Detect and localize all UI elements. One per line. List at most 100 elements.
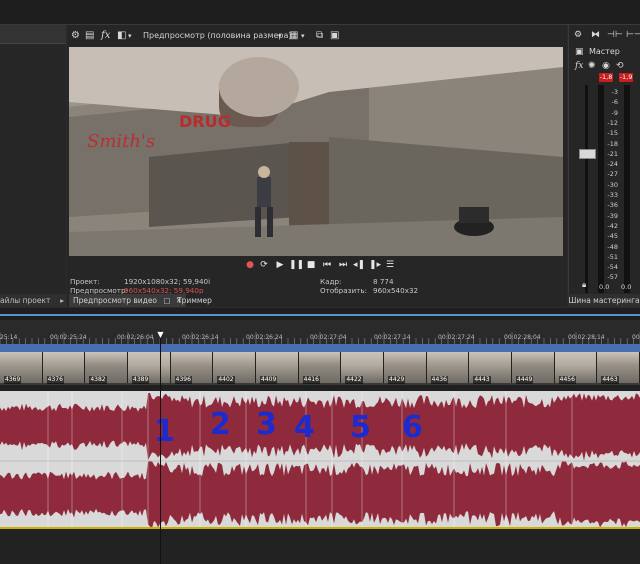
db-scale-label: -24 (607, 160, 618, 169)
timecode-label: 00:02:27:04 (310, 334, 347, 341)
project-value: 1920x1080x32; 59,940i (124, 277, 211, 286)
db-scale-label: -48 (607, 242, 618, 251)
pause-icon[interactable]: ❚❚ (289, 258, 304, 272)
tab-project-media[interactable]: айлы проект ▸ (0, 294, 66, 307)
timecode-label: 00:02:27:14 (374, 334, 411, 341)
frame-number-label: 4402 (217, 376, 235, 384)
db-scale-label: -30 (607, 180, 618, 189)
db-scale-label: -27 (607, 170, 618, 179)
master-bottom-right: 0.0 (621, 283, 632, 291)
timecode-label: 00:02:28:14 (568, 334, 605, 341)
loop-icon[interactable]: ⟳ (258, 258, 270, 272)
timecode-label: 00:02:25:24 (50, 334, 87, 341)
annotation-number: 5 (350, 410, 371, 445)
project-media-header (0, 25, 66, 44)
annotation-number: 3 (256, 407, 277, 442)
timecode-label: 00:02:27:24 (438, 334, 475, 341)
preview-tab-bar: Предпросмотр видео ▢ ✕ Триммер (67, 294, 567, 307)
annotation-number: 2 (210, 407, 231, 442)
smiths-sign: Smith's (87, 131, 155, 152)
meter-right (624, 85, 630, 293)
annotation-number: 1 (154, 414, 175, 449)
tab-scroll-right-icon[interactable]: ▸ (60, 294, 64, 307)
db-scale-label: -12 (607, 118, 618, 127)
gear-icon[interactable]: ⚙ (574, 30, 582, 40)
db-scale-label: -6 (611, 98, 618, 107)
fx-button[interactable]: fx (101, 28, 110, 44)
device-icon[interactable]: ▤ (85, 28, 94, 44)
db-scale-label: -42 (607, 221, 618, 230)
frame-number-label: 4396 (174, 376, 192, 384)
frame-number-label: 4456 (558, 376, 576, 384)
loop-region-bar[interactable] (0, 314, 640, 316)
timecode-label: 00:02:28:24 (632, 334, 640, 341)
db-scale-label: -3 (611, 88, 618, 96)
fader-track (585, 85, 588, 293)
narrow-icon[interactable]: ⊣⊢ (607, 30, 623, 40)
annotation-number: 4 (294, 410, 315, 445)
db-scale-label: -33 (607, 191, 618, 199)
tab-project-media-label: айлы проект (0, 296, 51, 305)
lock-icon[interactable]: 🔒︎ (582, 280, 586, 290)
menu-icon[interactable]: ☰ (384, 258, 396, 272)
preview-video-frame: Smith's DRUG (69, 47, 563, 256)
empty-track-area (0, 529, 640, 564)
master-title: Мастер (589, 47, 620, 56)
tab-video-preview[interactable]: Предпросмотр видео ▢ ✕ (69, 294, 187, 307)
top-menu-strip (0, 0, 640, 25)
db-scale-label: -18 (607, 139, 618, 148)
db-scale-label: -9 (611, 108, 618, 117)
split-screen-icon[interactable]: ◧ (117, 28, 126, 44)
chevron-down-icon[interactable]: ▾ (128, 28, 132, 44)
chevron-down-icon[interactable]: ▾ (301, 28, 305, 44)
db-scale-label: -36 (607, 201, 618, 210)
checkbox-icon[interactable]: ▣ (575, 47, 584, 57)
frame-number-label: 4443 (473, 376, 491, 384)
tab-master-bus[interactable]: Шина мастеринга (568, 294, 640, 307)
peak-right: -1,9 (619, 73, 633, 82)
tab-video-preview-label: Предпросмотр видео (73, 296, 158, 305)
prev-frame-icon[interactable]: ⏮ (321, 258, 333, 272)
copy-icon[interactable]: ⧉ (316, 28, 323, 44)
frame-number-label: 4382 (89, 376, 107, 384)
frame-number-label: 4416 (302, 376, 320, 384)
peak-left: -1,8 (599, 73, 613, 82)
stop-icon[interactable]: ■ (305, 258, 317, 272)
plugin-icon[interactable]: ✺ (588, 61, 596, 71)
audio-track[interactable] (0, 391, 640, 529)
mute-icon[interactable]: ⧓ (591, 30, 600, 40)
volume-fader[interactable] (579, 149, 596, 159)
master-fx-button[interactable]: fx (575, 61, 583, 71)
prev-marker-icon[interactable]: ◂❚ (353, 258, 365, 272)
sync-icon[interactable]: ⟲ (616, 61, 624, 71)
gear-icon[interactable]: ⚙ (71, 28, 80, 44)
frame-number-label: 4463 (601, 376, 619, 384)
automation-icon[interactable]: ◉ (602, 61, 610, 71)
grid-icon[interactable]: ▦ (289, 28, 298, 44)
frame-value: 8 774 (373, 277, 394, 286)
db-scale-label: -45 (607, 232, 618, 241)
frame-number-label: 4429 (388, 376, 406, 384)
frame-number-label: 4449 (516, 376, 534, 384)
chevron-down-icon[interactable]: ▾ (278, 28, 282, 44)
frame-number-label: 4376 (46, 376, 64, 384)
project-label: Проект: (70, 277, 100, 286)
playhead-marker-icon[interactable]: ▼ (156, 330, 165, 340)
frame-number-label: 4409 (260, 376, 278, 384)
preview-toolbar: ⚙ ▤ fx ◧ ▾ Предпросмотр (половина размер… (67, 28, 567, 44)
play-icon[interactable]: ▶ (274, 258, 286, 272)
playhead-cursor[interactable] (160, 330, 161, 564)
record-icon[interactable]: ● (244, 258, 256, 272)
dock-icon[interactable]: ▢ (163, 296, 170, 305)
video-frame-image: Smith's DRUG (69, 47, 563, 256)
preview-quality-select[interactable]: Предпросмотр (половина размера) (143, 28, 292, 44)
tab-trimmer[interactable]: Триммер (173, 294, 216, 307)
annotation-number: 6 (402, 410, 423, 445)
next-frame-icon[interactable]: ⏭ (337, 258, 349, 272)
timecode-label: 25:14 (0, 334, 18, 341)
video-event-header[interactable] (0, 344, 640, 352)
expand-icon[interactable]: ⊢⊣ (626, 30, 640, 40)
timecode-label: 00:02:26:14 (182, 334, 219, 341)
next-marker-icon[interactable]: ❚▸ (369, 258, 381, 272)
save-icon[interactable]: ▣ (330, 28, 339, 44)
